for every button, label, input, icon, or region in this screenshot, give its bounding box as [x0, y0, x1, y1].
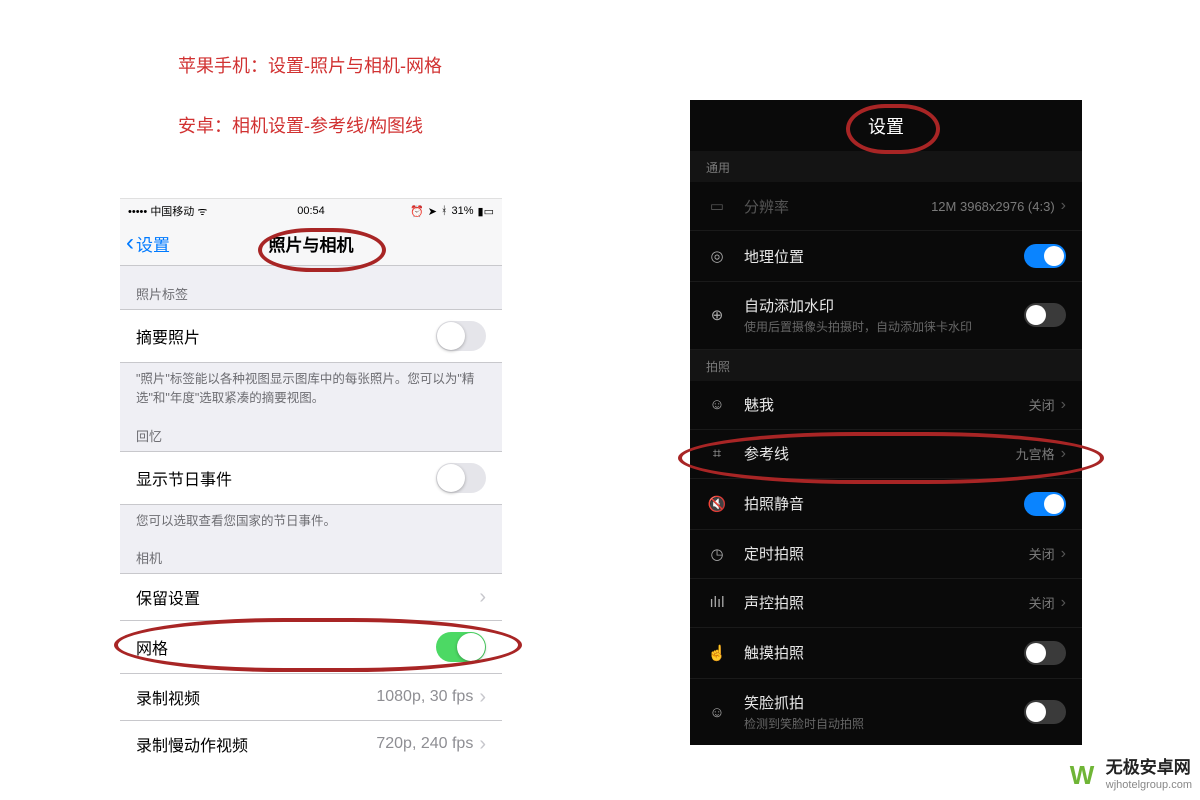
- section-general: 通用: [690, 151, 1082, 182]
- row-value: 关闭: [1029, 544, 1055, 563]
- holiday-footer: 您可以选取查看您国家的节日事件。: [120, 504, 502, 531]
- resolution-icon: ▭: [706, 197, 728, 215]
- row-holiday-events[interactable]: 显示节日事件: [120, 451, 502, 505]
- row-label: 地理位置: [744, 246, 1024, 267]
- row-resolution[interactable]: ▭ 分辨率 12M 3968x2976 (4:3) ›: [690, 182, 1082, 231]
- watermark-name: 无极安卓网: [1106, 758, 1192, 778]
- row-value: 九宫格: [1016, 444, 1055, 463]
- back-label: 设置: [136, 231, 170, 256]
- row-label: 分辨率: [744, 196, 931, 217]
- row-value: 关闭: [1029, 395, 1055, 414]
- smile-icon: ☺: [706, 704, 728, 721]
- row-label: 定时拍照: [744, 543, 1029, 564]
- row-touch-shoot[interactable]: ☝ 触摸拍照: [690, 628, 1082, 679]
- touch-toggle[interactable]: [1024, 641, 1066, 665]
- row-auto-watermark[interactable]: ⊕ 自动添加水印 使用后置摄像头拍摄时，自动添加徕卡水印: [690, 282, 1082, 350]
- section-memories: 回忆: [120, 408, 502, 451]
- android-camera-settings-screenshot: 设置 通用 ▭ 分辨率 12M 3968x2976 (4:3) › ◎ 地理位置…: [690, 100, 1082, 745]
- row-voice-shoot[interactable]: ılıl 声控拍照 关闭 ›: [690, 579, 1082, 628]
- row-label: 摘要照片: [136, 324, 200, 348]
- chevron-right-icon: ›: [1061, 197, 1066, 215]
- row-label: 网格: [136, 635, 168, 659]
- page-title: 设置: [690, 100, 1082, 151]
- row-label: 声控拍照: [744, 592, 1029, 613]
- smile-toggle[interactable]: [1024, 700, 1066, 724]
- row-label: 录制慢动作视频: [136, 732, 248, 756]
- row-label: 触摸拍照: [744, 642, 1024, 663]
- chevron-right-icon: ›: [1061, 545, 1066, 563]
- status-time: 00:54: [120, 205, 502, 217]
- instruction-android: 安卓：相机设置-参考线/构图线: [178, 112, 423, 138]
- row-label: 录制视频: [136, 685, 200, 709]
- location-icon: ◎: [706, 247, 728, 265]
- section-photos: 照片标签: [120, 266, 502, 309]
- instruction-apple: 苹果手机：设置-照片与相机-网格: [178, 52, 442, 78]
- logo-icon: W: [1070, 760, 1100, 790]
- row-shutter-mute[interactable]: 🔇 拍照静音: [690, 479, 1082, 530]
- row-meiwo[interactable]: ☺ 魅我 关闭 ›: [690, 381, 1082, 430]
- geo-toggle[interactable]: [1024, 244, 1066, 268]
- ios-nav-bar: ‹ 设置 照片与相机: [120, 221, 502, 266]
- row-label: 拍照静音: [744, 493, 1024, 514]
- watermark-icon: ⊕: [706, 306, 728, 324]
- row-label: 笑脸抓拍: [744, 692, 1024, 713]
- row-timer-shoot[interactable]: ◷ 定时拍照 关闭 ›: [690, 530, 1082, 579]
- row-record-slomo[interactable]: 录制慢动作视频 720p, 240 fps ›: [120, 720, 502, 759]
- back-button[interactable]: ‹ 设置: [120, 229, 170, 257]
- row-sublabel: 检测到笑脸时自动拍照: [744, 716, 1024, 733]
- chevron-right-icon: ›: [1061, 396, 1066, 414]
- ios-status-bar: ••••• 中国移动 ᯤ 00:54 ⏰ ➤ ᚼ 31% ▮▭: [120, 199, 502, 221]
- row-label: 保留设置: [136, 585, 200, 609]
- row-record-video[interactable]: 录制视频 1080p, 30 fps ›: [120, 673, 502, 721]
- watermark-toggle[interactable]: [1024, 303, 1066, 327]
- voice-icon: ılıl: [706, 594, 728, 611]
- row-keep-settings[interactable]: 保留设置 ›: [120, 573, 502, 621]
- row-grid[interactable]: 网格: [120, 620, 502, 674]
- watermark-url: wjhotelgroup.com: [1106, 779, 1192, 792]
- section-camera: 相机: [120, 530, 502, 573]
- row-sublabel: 使用后置摄像头拍摄时，自动添加徕卡水印: [744, 319, 1024, 336]
- holiday-toggle[interactable]: [436, 463, 486, 493]
- row-geolocation[interactable]: ◎ 地理位置: [690, 231, 1082, 282]
- summary-toggle[interactable]: [436, 321, 486, 351]
- row-value: 720p, 240 fps: [376, 735, 473, 753]
- grid-toggle[interactable]: [436, 632, 486, 662]
- grid-icon: ⌗: [706, 445, 728, 462]
- page-title: 照片与相机: [120, 231, 502, 256]
- chevron-right-icon: ›: [479, 587, 486, 607]
- chevron-right-icon: ›: [1061, 445, 1066, 463]
- iphone-settings-screenshot: ••••• 中国移动 ᯤ 00:54 ⏰ ➤ ᚼ 31% ▮▭ ‹ 设置 照片与…: [120, 198, 502, 759]
- site-watermark: W 无极安卓网 wjhotelgroup.com: [1070, 758, 1192, 792]
- row-label: 自动添加水印: [744, 295, 1024, 316]
- row-label: 显示节日事件: [136, 466, 232, 490]
- row-label: 魅我: [744, 394, 1029, 415]
- summary-footer: "照片"标签能以各种视图显示图库中的每张照片。您可以为"精选"和"年度"选取紧凑…: [120, 362, 502, 408]
- chevron-right-icon: ›: [479, 687, 486, 707]
- touch-icon: ☝: [706, 644, 728, 662]
- timer-icon: ◷: [706, 545, 728, 563]
- row-value: 关闭: [1029, 593, 1055, 612]
- row-reference-line[interactable]: ⌗ 参考线 九宫格 ›: [690, 430, 1082, 479]
- row-value: 1080p, 30 fps: [376, 688, 473, 706]
- row-smile-capture[interactable]: ☺ 笑脸抓拍 检测到笑脸时自动拍照: [690, 679, 1082, 745]
- section-shoot: 拍照: [690, 350, 1082, 381]
- mute-icon: 🔇: [706, 495, 728, 513]
- chevron-right-icon: ›: [479, 734, 486, 754]
- face-icon: ☺: [706, 396, 728, 413]
- chevron-left-icon: ‹: [126, 229, 134, 257]
- row-value: 12M 3968x2976 (4:3): [931, 199, 1055, 214]
- row-summary-photos[interactable]: 摘要照片: [120, 309, 502, 363]
- row-label: 参考线: [744, 443, 1016, 464]
- chevron-right-icon: ›: [1061, 594, 1066, 612]
- mute-toggle[interactable]: [1024, 492, 1066, 516]
